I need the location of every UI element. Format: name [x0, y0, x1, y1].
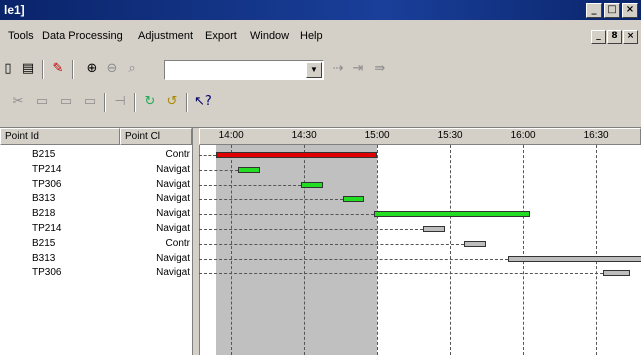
- time-gridline: [595, 145, 597, 355]
- next-icon[interactable]: ⇢: [330, 61, 346, 77]
- menu-window[interactable]: Window: [250, 30, 289, 42]
- last-icon[interactable]: ⇛: [372, 61, 388, 77]
- panel2-icon[interactable]: ▭: [58, 94, 74, 110]
- time-gridline: [230, 145, 232, 355]
- row-guide-line: [199, 184, 302, 186]
- toolbar-secondary: ✂ ▭ ▭ ▭ ⊣ ↻ ↺ ↖?: [0, 90, 641, 116]
- session-bar[interactable]: [422, 226, 445, 232]
- session-bar[interactable]: [301, 181, 324, 188]
- point-select-combo[interactable]: ▼: [164, 60, 324, 80]
- row-guide-line: [199, 199, 343, 201]
- settings-icon[interactable]: ✎: [50, 61, 66, 77]
- row-guide-line: [199, 155, 217, 156]
- session-bar[interactable]: [507, 255, 641, 262]
- row-guide-line: [199, 229, 423, 230]
- time-gridline: [449, 145, 451, 355]
- menu-tools[interactable]: Tools: [8, 30, 34, 42]
- time-tick-label: 16:00: [510, 130, 536, 141]
- menu-help[interactable]: Help: [300, 30, 323, 42]
- point-id-cell[interactable]: B218: [32, 208, 55, 219]
- row-guide-line: [199, 243, 465, 245]
- schedule-grid: Point Id Point Cl B215 Contr TP214 Navigat T…: [0, 127, 641, 355]
- point-class-cell[interactable]: Contr: [120, 238, 190, 249]
- open-icon[interactable]: ▯: [0, 61, 16, 77]
- menu-export[interactable]: Export: [205, 30, 237, 42]
- time-tick-label: 16:30: [583, 130, 609, 141]
- session-bar[interactable]: [237, 166, 260, 173]
- time-gridline: [303, 145, 305, 355]
- zoom-icon[interactable]: ⌕: [124, 61, 140, 77]
- point-class-cell[interactable]: Navigat: [120, 253, 190, 264]
- time-tick-label: 15:30: [437, 130, 463, 141]
- menu-adjustment[interactable]: Adjustment: [138, 30, 193, 42]
- window-title: le1]: [4, 3, 25, 17]
- point-id-cell[interactable]: B215: [32, 238, 55, 249]
- close-button[interactable]: ×: [622, 3, 638, 18]
- tool-icon[interactable]: ✂: [10, 94, 26, 110]
- chevron-down-icon[interactable]: ▼: [306, 62, 322, 78]
- session-bar[interactable]: [216, 152, 377, 158]
- point-class-cell[interactable]: Navigat: [120, 223, 190, 234]
- zoom-in-icon[interactable]: ⊕: [84, 61, 100, 77]
- menu-data-processing[interactable]: Data Processing: [42, 30, 123, 42]
- point-id-cell[interactable]: TP214: [32, 223, 61, 234]
- point-class-cell[interactable]: Navigat: [120, 164, 190, 175]
- row-guide-line: [199, 214, 375, 216]
- row-guide-line: [199, 258, 508, 260]
- save-icon[interactable]: ▤: [20, 61, 36, 77]
- point-id-cell[interactable]: B313: [32, 193, 55, 204]
- session-bar[interactable]: [602, 270, 630, 277]
- point-class-cell[interactable]: Navigat: [120, 179, 190, 190]
- point-class-cell[interactable]: Navigat: [120, 193, 190, 204]
- time-selection[interactable]: [216, 145, 377, 355]
- title-bar: le1] _ □ ×: [0, 0, 641, 20]
- panel-icon[interactable]: ▭: [34, 94, 50, 110]
- time-gridline: [522, 145, 524, 355]
- time-tick-label: 14:00: [218, 130, 244, 141]
- mdi-restore-button[interactable]: 8: [607, 30, 622, 44]
- whats-this-icon[interactable]: ↖?: [194, 94, 212, 110]
- mdi-close-button[interactable]: ×: [623, 30, 638, 44]
- point-id-cell[interactable]: B313: [32, 253, 55, 264]
- time-gridline: [376, 145, 378, 355]
- session-bar[interactable]: [464, 240, 487, 247]
- row-guide-line: [199, 169, 238, 171]
- session-bar[interactable]: [374, 211, 530, 218]
- split-icon[interactable]: ⊣: [112, 94, 128, 110]
- point-id-cell[interactable]: B215: [32, 149, 55, 160]
- time-tick-label: 15:00: [364, 130, 390, 141]
- maximize-button[interactable]: □: [604, 3, 620, 18]
- point-id-cell[interactable]: TP306: [32, 267, 61, 278]
- row-guide-line: [199, 273, 603, 275]
- timeline-chart: 14:00 14:30 15:00 15:30 16:00 16:30: [199, 128, 641, 355]
- timeline-header: [199, 128, 641, 145]
- point-class-cell[interactable]: Navigat: [120, 208, 190, 219]
- point-class-cell[interactable]: Contr: [120, 149, 190, 160]
- mdi-minimize-button[interactable]: _: [591, 30, 606, 44]
- minimize-button[interactable]: _: [586, 3, 602, 18]
- time-tick-label: 14:30: [291, 130, 317, 141]
- forward-icon[interactable]: ⇥: [350, 61, 366, 77]
- session-bar[interactable]: [342, 196, 365, 203]
- point-class-cell[interactable]: Navigat: [120, 267, 190, 278]
- refresh-icon[interactable]: ↻: [142, 94, 158, 110]
- point-id-cell[interactable]: TP306: [32, 179, 61, 190]
- column-header-point-class[interactable]: Point Cl: [120, 128, 192, 145]
- point-id-cell[interactable]: TP214: [32, 164, 61, 175]
- menu-bar: Tools Data Processing Adjustment Export …: [0, 30, 641, 46]
- window-icon[interactable]: ▭: [82, 94, 98, 110]
- refresh2-icon[interactable]: ↺: [164, 94, 180, 110]
- column-header-point-id[interactable]: Point Id: [0, 128, 120, 145]
- zoom-out-icon[interactable]: ⊖: [104, 61, 120, 77]
